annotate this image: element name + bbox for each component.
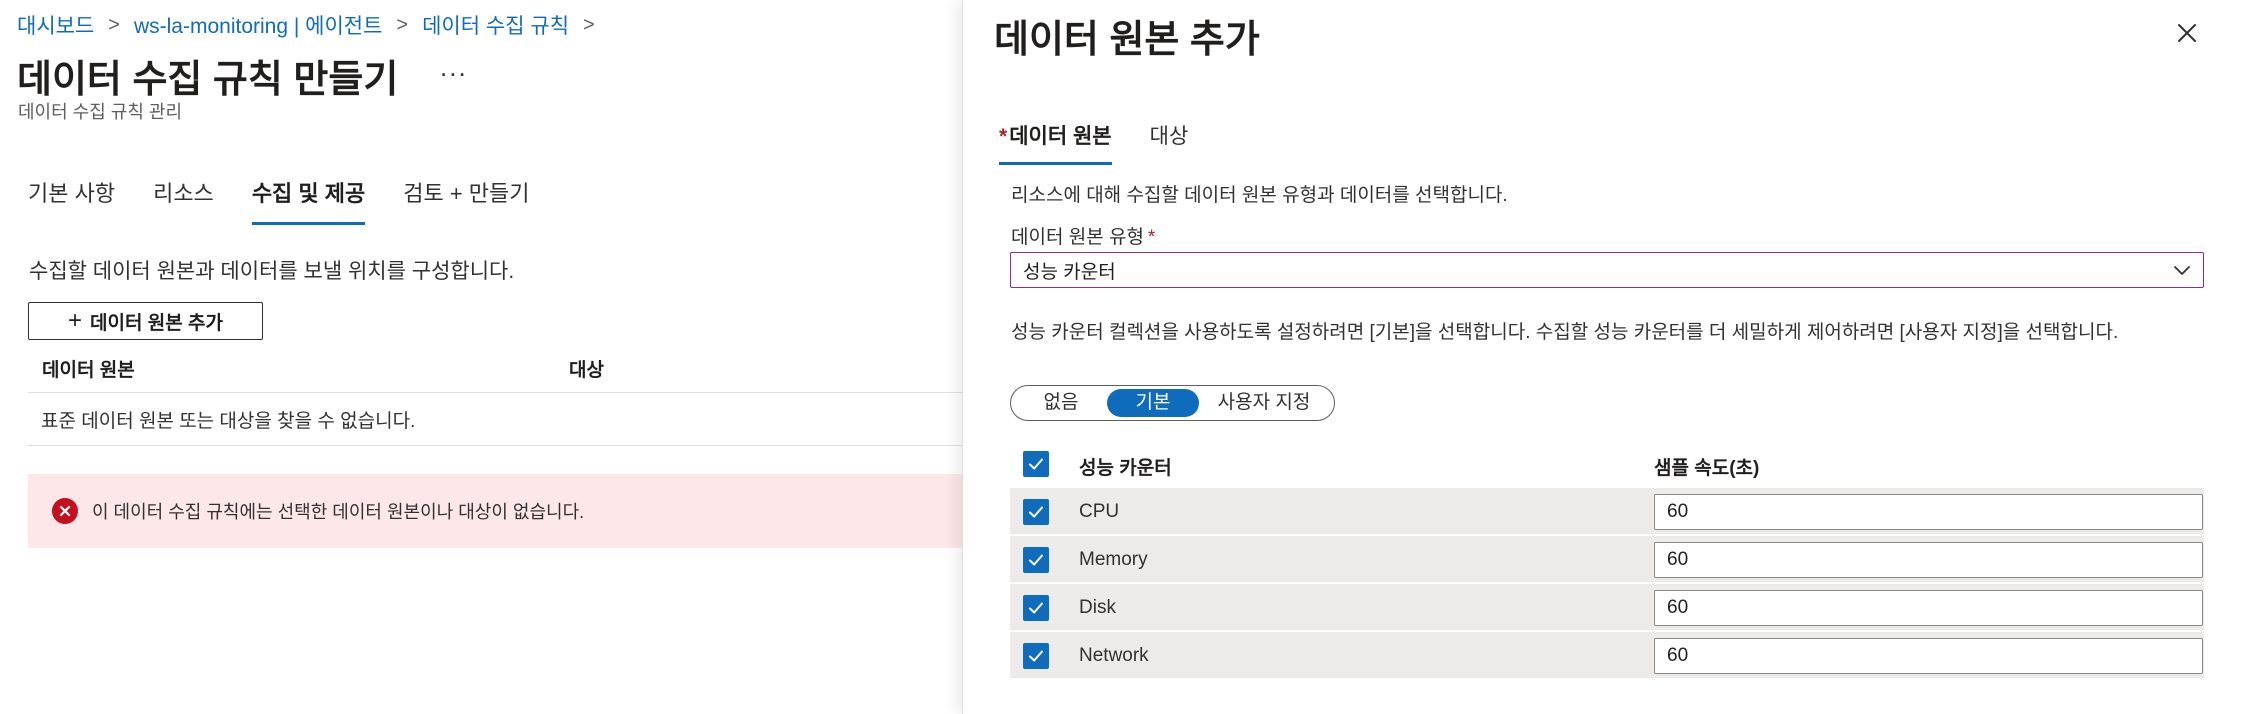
page-subtitle: 데이터 수집 규칙 관리 [18, 102, 183, 122]
breadcrumb-workspace-agents[interactable]: ws-la-monitoring | 에이전트 [134, 10, 382, 40]
error-circle-icon [52, 498, 78, 524]
toggle-option-basic[interactable]: 기본 [1107, 389, 1199, 417]
required-asterisk: * [1147, 227, 1156, 248]
table-row: Disk [1010, 584, 2204, 631]
checkmark-icon [1029, 506, 1043, 518]
tab-collect-and-deliver[interactable]: 수집 및 제공 [251, 176, 366, 225]
tab-destination[interactable]: 대상 [1150, 120, 1189, 165]
plus-icon: + [68, 307, 83, 334]
panel-tabs: *데이터 원본 대상 [999, 120, 1226, 165]
column-header-data-source: 데이터 원본 [42, 360, 135, 381]
chevron-down-icon [2174, 266, 2190, 275]
source-type-dropdown[interactable]: 성능 카운터 [1010, 252, 2204, 288]
tab-data-source-label: 데이터 원본 [1009, 125, 1112, 148]
counter-mode-toggle: 없음 기본 사용자 지정 [1010, 385, 1335, 421]
error-message-bar: 이 데이터 수집 규칙에는 선택한 데이터 원본이나 대상이 없습니다. [28, 474, 962, 548]
checkmark-icon [1029, 458, 1043, 470]
source-type-label: 데이터 원본 유형 * [1011, 222, 1155, 249]
tab-review-create[interactable]: 검토 + 만들기 [403, 176, 529, 225]
error-message-text: 이 데이터 수집 규칙에는 선택한 데이터 원본이나 대상이 없습니다. [92, 502, 585, 522]
breadcrumb-data-collection-rules[interactable]: 데이터 수집 규칙 [422, 10, 569, 40]
tab-basics[interactable]: 기본 사항 [28, 176, 115, 225]
counter-name: Memory [1079, 549, 1148, 570]
breadcrumb-separator: > [583, 13, 595, 36]
panel-title: 데이터 원본 추가 [994, 19, 1260, 61]
add-data-source-panel: 데이터 원본 추가 *데이터 원본 대상 리소스에 대해 수집할 데이터 원본 … [962, 0, 2242, 714]
column-header-sample-rate: 샘플 속도(초) [1654, 458, 1760, 479]
toggle-option-none[interactable]: 없음 [1015, 389, 1107, 417]
row-checkbox[interactable] [1023, 547, 1049, 573]
source-type-selected-value: 성능 카운터 [1023, 261, 1116, 283]
collect-description: 수집할 데이터 원본과 데이터를 보낼 위치를 구성합니다. [29, 260, 515, 283]
table-row: Network [1010, 632, 2204, 679]
add-data-source-label: 데이터 원본 추가 [90, 312, 223, 334]
sample-rate-input[interactable] [1654, 638, 2203, 674]
breadcrumb: 대시보드 > ws-la-monitoring | 에이전트 > 데이터 수집 … [17, 10, 609, 40]
sample-rate-input[interactable] [1654, 590, 2203, 626]
wizard-tabs: 기본 사항 리소스 수집 및 제공 검토 + 만들기 [28, 176, 568, 225]
create-rule-page: 대시보드 > ws-la-monitoring | 에이전트 > 데이터 수집 … [0, 0, 962, 714]
column-header-destination: 대상 [569, 360, 604, 381]
column-header-counter: 성능 카운터 [1079, 458, 1172, 479]
more-options-button[interactable]: ... [440, 52, 468, 83]
breadcrumb-separator: > [396, 13, 409, 36]
source-type-label-text: 데이터 원본 유형 [1011, 227, 1144, 248]
table-row: Memory [1010, 536, 2204, 583]
row-checkbox[interactable] [1023, 595, 1049, 621]
row-checkbox[interactable] [1023, 643, 1049, 669]
counter-name: Network [1079, 645, 1149, 666]
page-title: 데이터 수집 규칙 만들기 [17, 59, 399, 101]
counter-help-text: 성능 카운터 컬렉션을 사용하도록 설정하려면 [기본]을 선택합니다. 수집할… [1011, 322, 2119, 343]
counter-name: CPU [1079, 501, 1120, 522]
tab-resources[interactable]: 리소스 [153, 176, 214, 225]
breadcrumb-dashboard[interactable]: 대시보드 [17, 10, 94, 40]
counter-table-header: 성능 카운터 샘플 속도(초) [1010, 442, 2204, 486]
table-row: CPU [1010, 488, 2204, 535]
required-asterisk: * [999, 125, 1008, 148]
select-all-checkbox[interactable] [1023, 451, 1049, 477]
breadcrumb-separator: > [108, 13, 120, 36]
tab-data-source[interactable]: *데이터 원본 [999, 120, 1112, 165]
counter-name: Disk [1079, 597, 1116, 618]
table-empty-message: 표준 데이터 원본 또는 대상을 찾을 수 없습니다. [28, 393, 962, 446]
toggle-option-custom[interactable]: 사용자 지정 [1199, 389, 1329, 417]
checkmark-icon [1029, 554, 1043, 566]
checkmark-icon [1029, 650, 1043, 662]
close-panel-button[interactable] [2172, 18, 2202, 48]
sample-rate-input[interactable] [1654, 542, 2203, 578]
close-icon [2178, 24, 2196, 42]
row-checkbox[interactable] [1023, 499, 1049, 525]
add-data-source-button[interactable]: + 데이터 원본 추가 [28, 302, 263, 340]
checkmark-icon [1029, 602, 1043, 614]
data-sources-table-header: 데이터 원본 대상 [28, 345, 962, 393]
panel-description: 리소스에 대해 수집할 데이터 원본 유형과 데이터를 선택합니다. [1011, 185, 1508, 206]
sample-rate-input[interactable] [1654, 494, 2203, 530]
